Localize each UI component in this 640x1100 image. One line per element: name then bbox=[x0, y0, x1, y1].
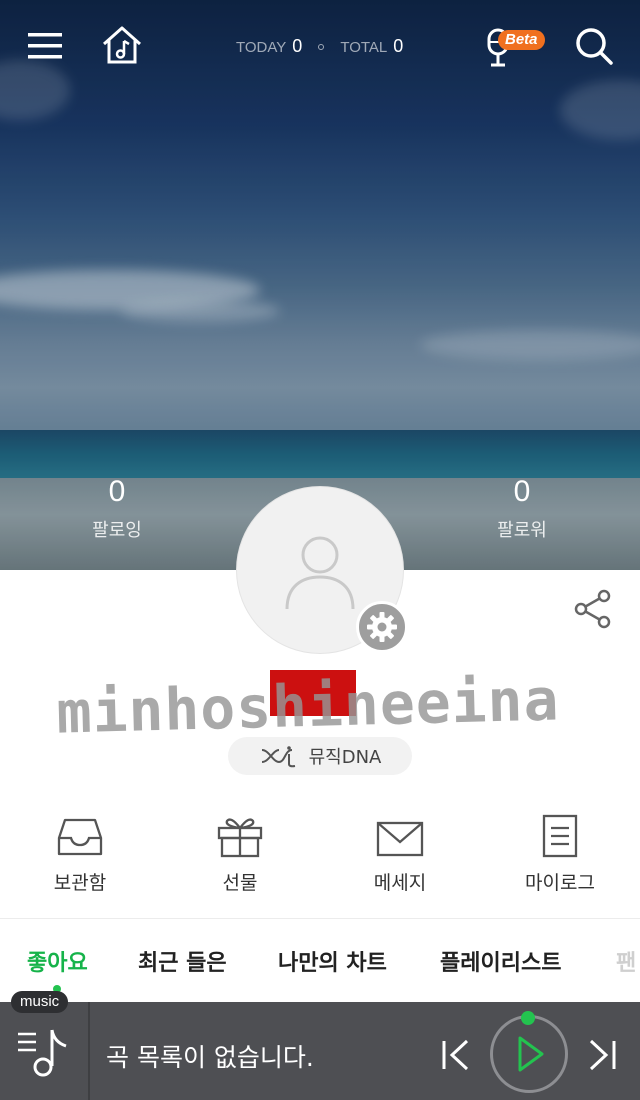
total-label: TOTAL bbox=[340, 39, 388, 56]
music-dna-button[interactable]: 뮤직DNA bbox=[228, 737, 412, 775]
play-icon bbox=[518, 1036, 544, 1072]
top-bar: TODAY 0 TOTAL 0 Beta bbox=[0, 0, 640, 95]
followers-stat[interactable]: 0 팔로워 bbox=[452, 474, 592, 542]
progress-indicator-dot bbox=[521, 1011, 535, 1025]
now-playing-text: 곡 목록이 없습니다. bbox=[106, 1043, 314, 1072]
inbox-tray-icon bbox=[57, 818, 103, 856]
menu-button[interactable] bbox=[22, 26, 68, 66]
my-music-home-button[interactable] bbox=[98, 22, 146, 68]
home-music-icon bbox=[103, 26, 141, 64]
search-icon bbox=[576, 28, 613, 65]
gift-button[interactable]: 선물 bbox=[160, 810, 320, 895]
mylog-label: 마이로그 bbox=[525, 872, 595, 894]
music-badge: music bbox=[11, 991, 69, 1013]
followers-count: 0 bbox=[513, 475, 531, 508]
mylog-button[interactable]: 마이로그 bbox=[480, 810, 640, 895]
playlist-icon bbox=[18, 1029, 67, 1077]
document-icon bbox=[542, 814, 578, 858]
storage-box-button[interactable]: 보관함 bbox=[0, 810, 160, 895]
music-dna-label: 뮤직DNA bbox=[308, 747, 382, 768]
playlist-button[interactable] bbox=[14, 1022, 74, 1082]
gift-icon bbox=[217, 818, 263, 858]
storage-box-label: 보관함 bbox=[53, 872, 107, 894]
handwritten-watermark: minhoshineeina bbox=[55, 665, 561, 747]
player-divider bbox=[88, 1002, 90, 1100]
previous-icon bbox=[442, 1039, 469, 1071]
today-label: TODAY bbox=[236, 39, 287, 56]
next-icon bbox=[589, 1039, 616, 1071]
share-button[interactable] bbox=[572, 588, 614, 630]
section-divider bbox=[0, 918, 640, 919]
beta-badge: Beta bbox=[498, 30, 545, 50]
message-button[interactable]: 메세지 bbox=[320, 810, 480, 895]
profile-settings-button[interactable] bbox=[356, 601, 408, 653]
tab-likes[interactable]: 좋아요 bbox=[27, 945, 88, 977]
following-count: 0 bbox=[108, 475, 126, 508]
share-icon bbox=[574, 589, 611, 629]
tab-my-chart[interactable]: 나만의 차트 bbox=[278, 945, 387, 977]
separator-dot bbox=[318, 44, 325, 50]
user-silhouette-icon bbox=[285, 536, 355, 610]
total-count: 0 bbox=[393, 36, 404, 56]
tab-playlist[interactable]: 플레이리스트 bbox=[440, 945, 561, 977]
search-button[interactable] bbox=[570, 22, 618, 70]
envelope-icon bbox=[376, 821, 424, 857]
today-count: 0 bbox=[292, 36, 303, 56]
music-dna-icon bbox=[261, 746, 295, 768]
tab-fan[interactable]: 팬 bbox=[616, 945, 636, 977]
play-button[interactable] bbox=[490, 1015, 568, 1093]
next-button[interactable] bbox=[580, 1032, 624, 1078]
following-label: 팔로잉 bbox=[92, 520, 142, 541]
menu-icon bbox=[28, 33, 62, 59]
gear-icon bbox=[367, 612, 397, 642]
followers-label: 팔로워 bbox=[497, 520, 547, 541]
gift-label: 선물 bbox=[222, 872, 258, 894]
visit-counter: TODAY 0 TOTAL 0 bbox=[236, 36, 403, 57]
previous-button[interactable] bbox=[434, 1032, 478, 1078]
message-label: 메세지 bbox=[373, 872, 427, 894]
tab-recently-played[interactable]: 최근 들은 bbox=[138, 945, 227, 977]
following-stat[interactable]: 0 팔로잉 bbox=[47, 474, 187, 542]
